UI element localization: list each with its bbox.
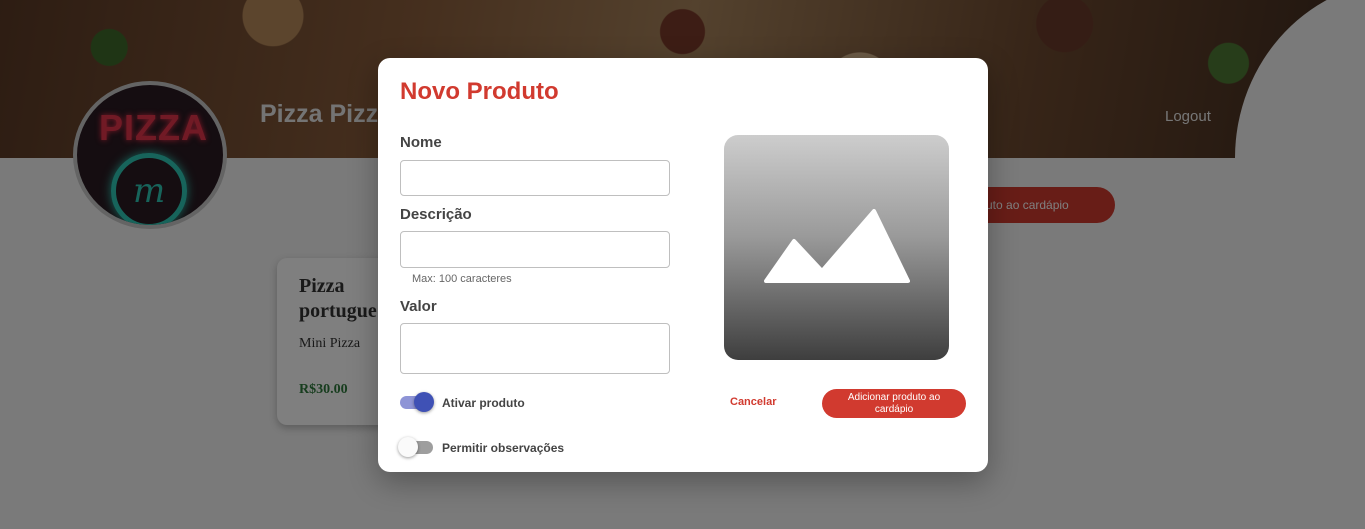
toggle-knob xyxy=(414,392,434,412)
dialog-title: Novo Produto xyxy=(400,78,559,105)
description-input[interactable] xyxy=(400,231,670,268)
description-helper: Max: 100 caracteres xyxy=(412,273,512,285)
toggle-knob xyxy=(398,437,418,457)
notes-toggle[interactable] xyxy=(398,436,434,458)
name-label: Nome xyxy=(400,134,442,151)
name-input[interactable] xyxy=(400,160,670,196)
image-icon xyxy=(764,209,910,283)
description-label: Descrição xyxy=(400,206,472,223)
notes-toggle-label: Permitir observações xyxy=(442,441,565,455)
active-toggle-label: Ativar produto xyxy=(442,396,525,410)
cancel-button[interactable]: Cancelar xyxy=(730,396,776,408)
image-upload[interactable] xyxy=(724,135,949,360)
value-input[interactable] xyxy=(400,323,670,374)
add-product-submit-button[interactable]: Adicionar produto ao cardápio xyxy=(822,389,966,418)
active-toggle[interactable] xyxy=(400,391,434,413)
new-product-dialog: Novo Produto Nome Descrição Max: 100 car… xyxy=(378,58,988,472)
value-label: Valor xyxy=(400,298,437,315)
